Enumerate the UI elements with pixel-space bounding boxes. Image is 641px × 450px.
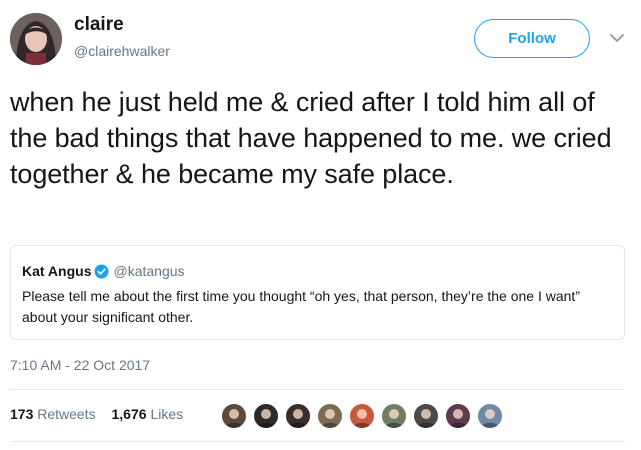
quoted-tweet-header: Kat Angus @katangus xyxy=(22,262,185,280)
liker-avatar[interactable] xyxy=(220,402,248,430)
liker-avatar[interactable] xyxy=(476,402,504,430)
quoted-tweet-text: Please tell me about the first time you … xyxy=(22,288,580,325)
liker-avatar[interactable] xyxy=(380,402,408,430)
quoted-author-handle: @katangus xyxy=(113,263,185,279)
liker-avatar[interactable] xyxy=(252,402,280,430)
quoted-tweet[interactable]: Kat Angus @katangus Please tell me about … xyxy=(10,245,625,340)
retweets-stat[interactable]: 173 Retweets xyxy=(10,404,96,424)
tweet-stats: 173 Retweets 1,676 Likes xyxy=(10,404,195,424)
divider xyxy=(10,441,625,442)
liker-avatar[interactable] xyxy=(316,402,344,430)
retweets-count: 173 xyxy=(10,406,34,422)
liker-avatar[interactable] xyxy=(412,402,440,430)
quoted-author-name: Kat Angus xyxy=(22,263,92,279)
tweet-text: when he just held me & cried after I tol… xyxy=(10,87,612,189)
liker-avatar[interactable] xyxy=(348,402,376,430)
likes-stat[interactable]: 1,676 Likes xyxy=(112,404,184,424)
tweet-header: claire @clairehwalker Follow xyxy=(10,10,631,66)
divider xyxy=(10,389,625,390)
follow-button[interactable]: Follow xyxy=(474,19,590,58)
likes-label: Likes xyxy=(150,406,184,422)
retweets-label: Retweets xyxy=(37,406,96,422)
likes-count: 1,676 xyxy=(111,406,147,422)
verified-badge-icon xyxy=(94,264,110,279)
author-handle[interactable]: @clairehwalker xyxy=(74,41,170,61)
author-display-name[interactable]: claire xyxy=(74,14,170,36)
author-avatar[interactable] xyxy=(10,13,62,65)
liker-avatar[interactable] xyxy=(284,402,312,430)
chevron-down-icon[interactable] xyxy=(607,31,627,45)
liker-avatar[interactable] xyxy=(444,402,472,430)
author-names: claire @clairehwalker xyxy=(74,14,170,61)
tweet-timestamp[interactable]: 7:10 AM - 22 Oct 2017 xyxy=(10,355,150,375)
